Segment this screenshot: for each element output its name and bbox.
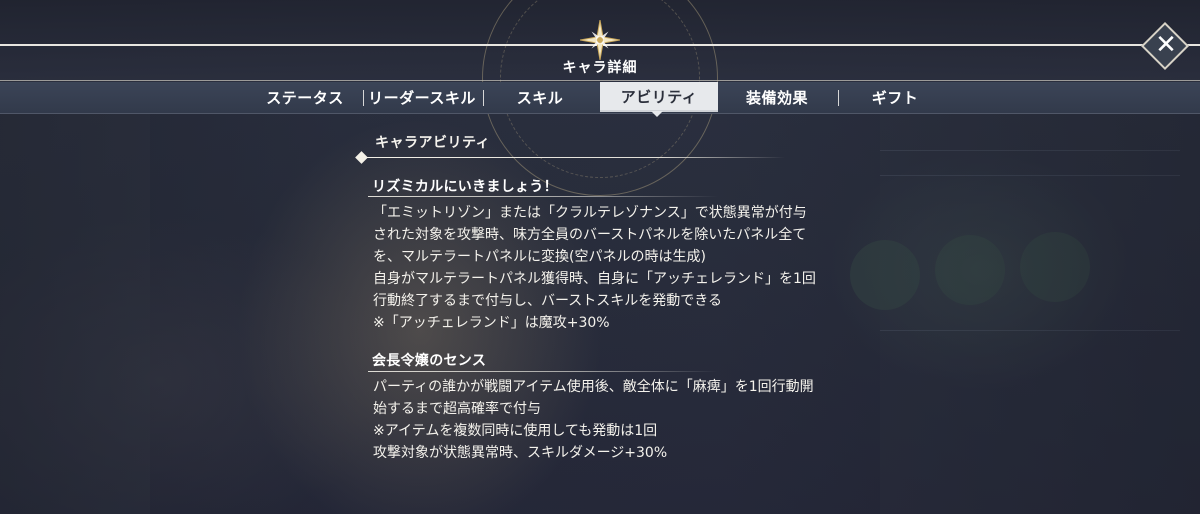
tab-separator xyxy=(838,90,839,106)
page-title: キャラ詳細 xyxy=(562,60,638,76)
ability-divider xyxy=(368,196,718,197)
ability-description: パーティの誰かが戦闘アイテム使用後、敵全体に「麻痺」を1回行動開 始するまで超高… xyxy=(373,379,814,461)
section-title: キャラアビリティ xyxy=(375,135,491,151)
tab-ability[interactable]: アビリティ xyxy=(600,82,718,112)
ability-description: 「エミットリゾン」または「クラルテレゾナンス」で状態異常が付与 された対象を攻撃… xyxy=(373,205,816,331)
active-tab-pointer xyxy=(651,111,663,117)
tab-skill[interactable]: スキル xyxy=(490,82,590,114)
tab-status[interactable]: ステータス xyxy=(250,82,360,114)
header-bottom-line xyxy=(0,80,1200,81)
close-button[interactable]: ✕ xyxy=(1140,21,1190,71)
tab-gift[interactable]: ギフト xyxy=(842,82,948,114)
close-icon: ✕ xyxy=(1155,30,1177,60)
ability-name: 会長令嬢のセンス xyxy=(372,353,487,369)
tab-separator xyxy=(363,90,364,106)
ability-name: リズミカルにいきましょう！ xyxy=(372,179,558,195)
tab-bar: ステータス リーダースキル スキル アビリティ 装備効果 ギフト xyxy=(0,82,1200,114)
compass-star-icon xyxy=(580,20,620,60)
tab-equipment-effect[interactable]: 装備効果 xyxy=(722,82,832,114)
ability-divider xyxy=(368,371,718,372)
section-divider xyxy=(360,157,785,158)
tab-separator xyxy=(483,90,484,106)
tab-leader-skill[interactable]: リーダースキル xyxy=(366,82,478,114)
